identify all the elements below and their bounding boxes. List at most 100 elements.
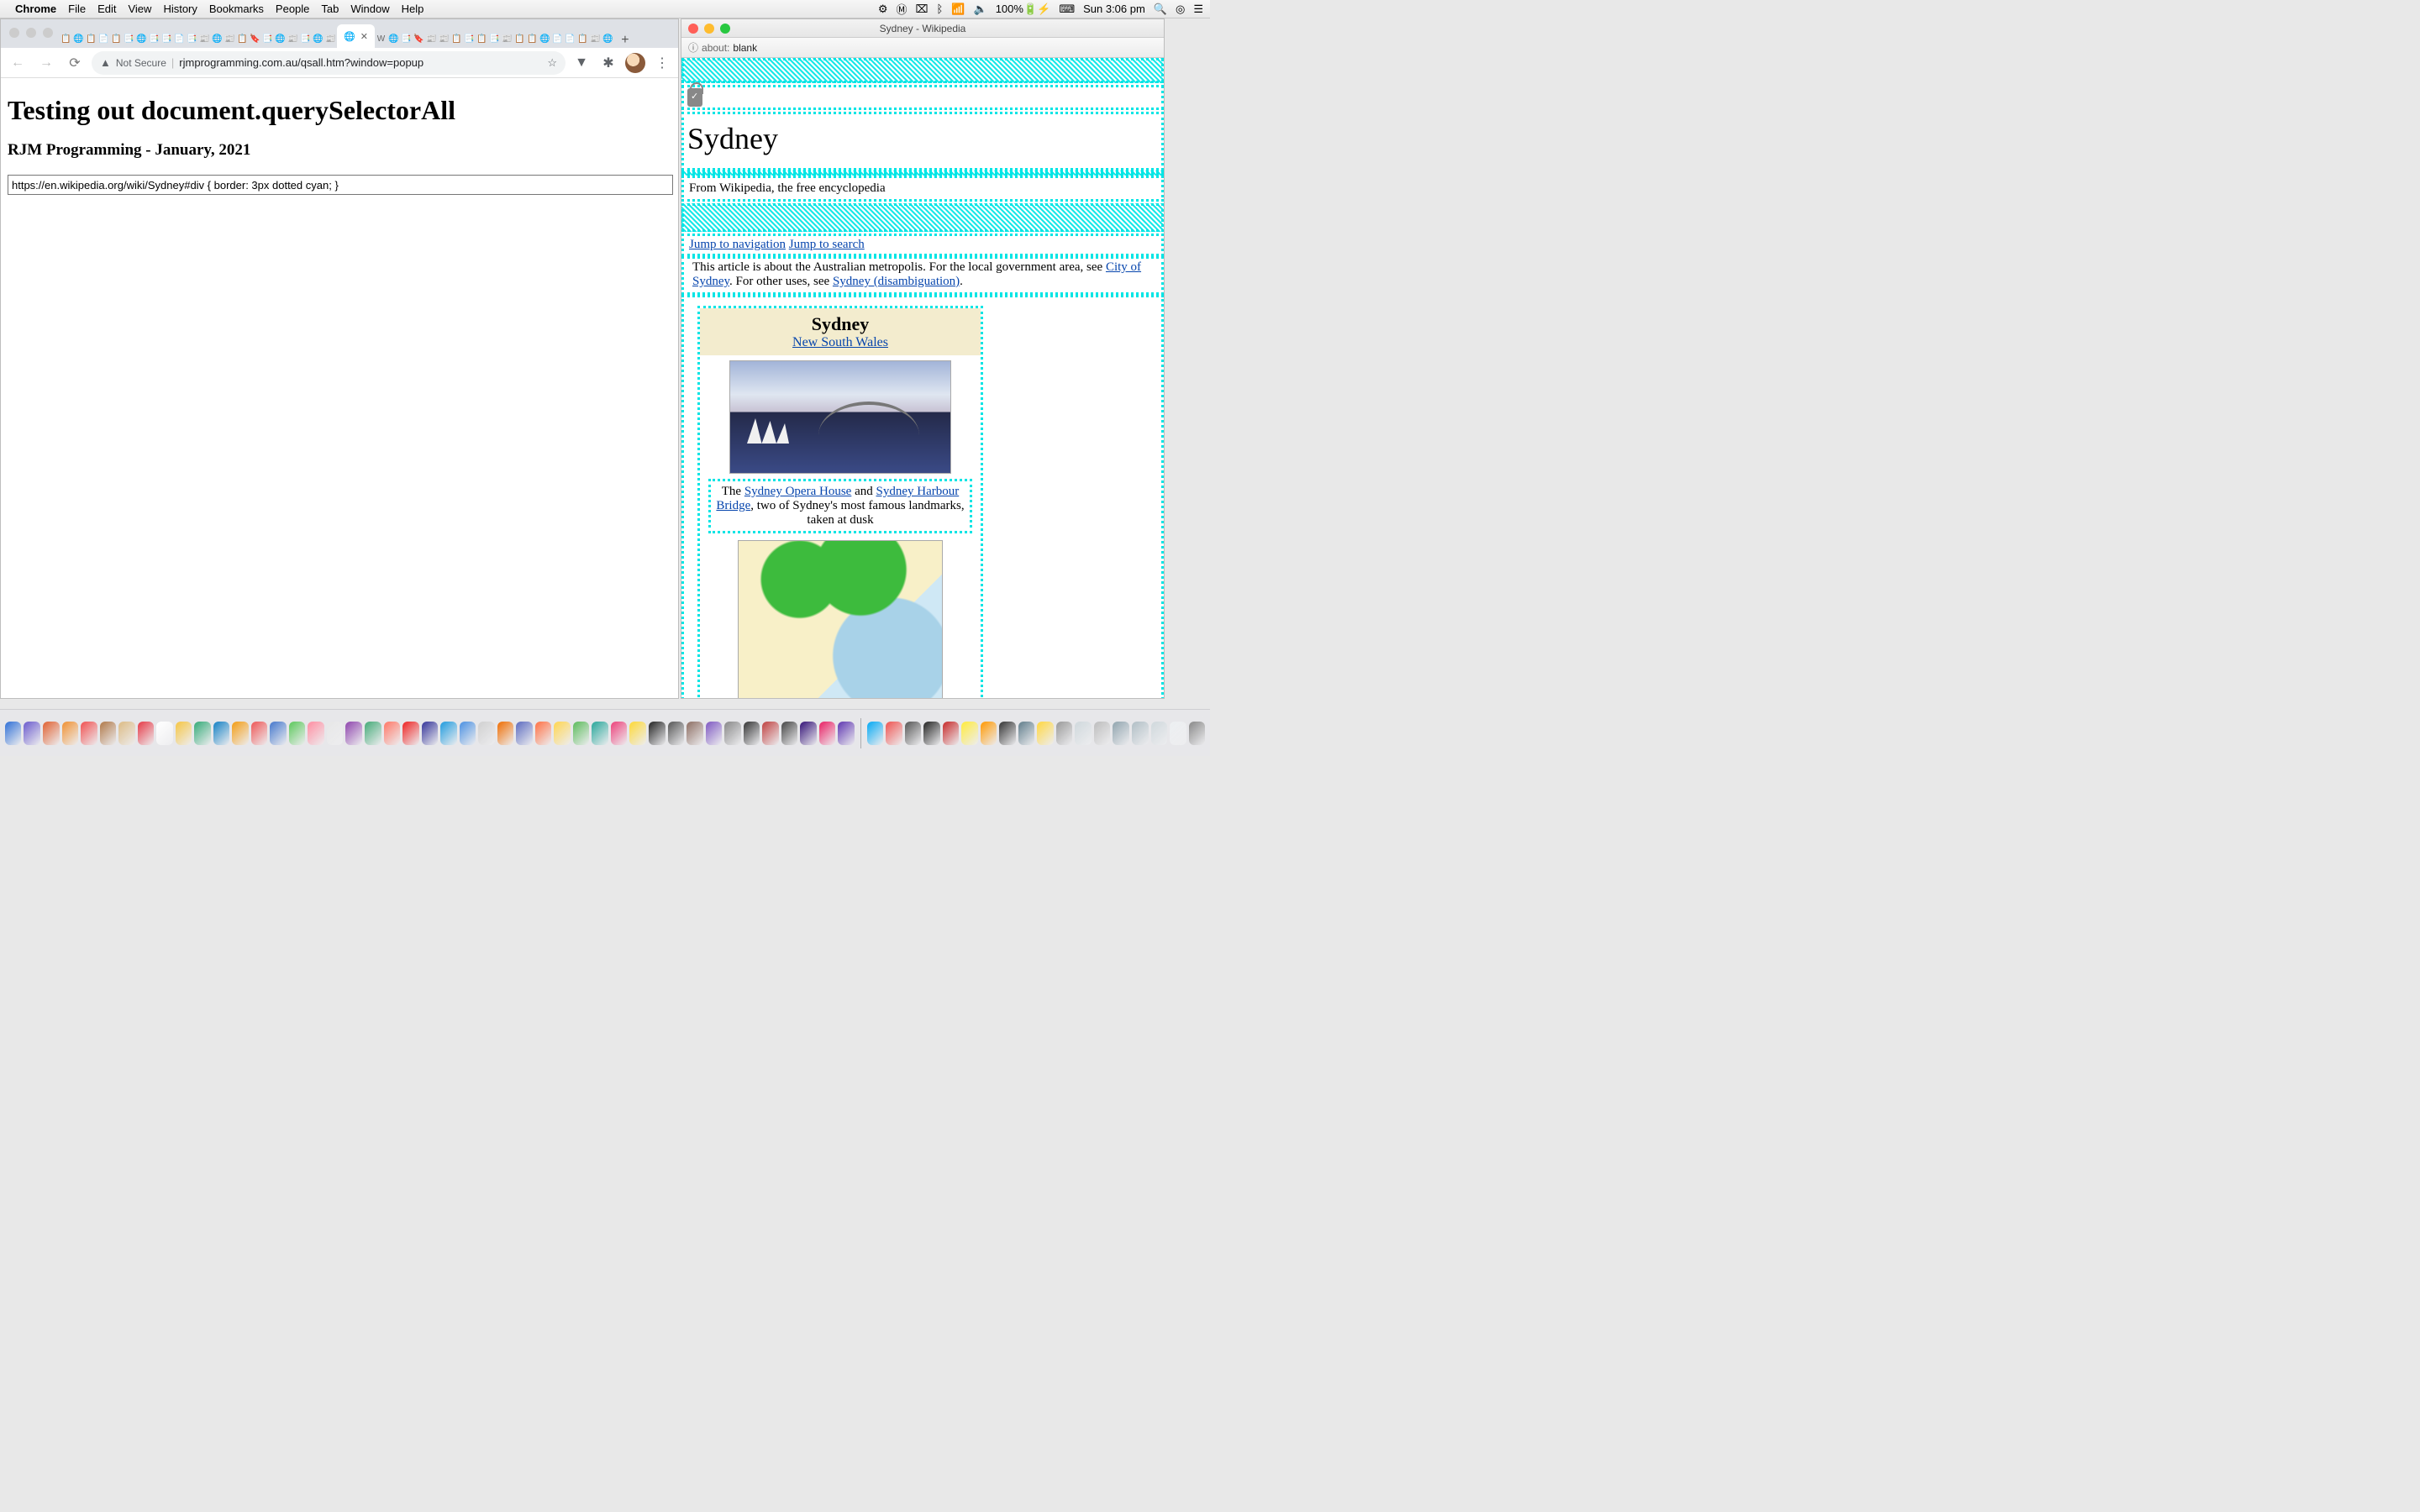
- dock-app-icon[interactable]: [1056, 722, 1073, 745]
- background-tab[interactable]: 📰: [589, 29, 602, 48]
- new-tab-button[interactable]: +: [614, 33, 636, 48]
- dock-app-icon[interactable]: [923, 722, 940, 745]
- menu-tab[interactable]: Tab: [321, 3, 339, 15]
- dock-app-icon[interactable]: [744, 722, 760, 745]
- background-tab[interactable]: 📄: [173, 29, 186, 48]
- zoom-window-icon[interactable]: [43, 28, 53, 38]
- dock-app-icon[interactable]: [886, 722, 902, 745]
- dock-app-icon[interactable]: [118, 722, 135, 745]
- infobox-photo[interactable]: [729, 360, 951, 474]
- dock-app-icon[interactable]: [232, 722, 249, 745]
- close-window-icon[interactable]: [9, 28, 19, 38]
- menu-edit[interactable]: Edit: [97, 3, 116, 15]
- background-tab[interactable]: 📰: [324, 29, 337, 48]
- dock-app-icon[interactable]: [194, 722, 211, 745]
- extensions-icon[interactable]: ✱: [597, 52, 619, 74]
- menu-people[interactable]: People: [276, 3, 309, 15]
- siri-icon[interactable]: ◎: [1176, 3, 1185, 16]
- dock-app-icon[interactable]: [156, 722, 173, 745]
- dock-app-icon[interactable]: [961, 722, 978, 745]
- dock-app-icon[interactable]: [1075, 722, 1092, 745]
- safari-address-bar[interactable]: ⓘ about:blank: [681, 38, 1164, 58]
- background-tab[interactable]: 🌐: [135, 29, 148, 48]
- battery-status[interactable]: 100% 🔋⚡: [996, 3, 1051, 16]
- active-tab[interactable]: 🌐 ✕: [337, 24, 375, 48]
- dock-app-icon[interactable]: [943, 722, 960, 745]
- background-tab[interactable]: 📑: [488, 29, 501, 48]
- dock-app-icon[interactable]: [5, 722, 22, 745]
- address-bar[interactable]: ▲ Not Secure | rjmprogramming.com.au/qsa…: [92, 51, 566, 75]
- status-m-icon[interactable]: Ⓜ: [897, 1, 908, 17]
- dock-app-icon[interactable]: [592, 722, 608, 745]
- dock-app-icon[interactable]: [81, 722, 97, 745]
- dock-app-icon[interactable]: [1094, 722, 1111, 745]
- dock-app-icon[interactable]: [554, 722, 571, 745]
- dock-app-icon[interactable]: [1018, 722, 1035, 745]
- dock-app-icon[interactable]: [43, 722, 60, 745]
- dock-app-icon[interactable]: [1132, 722, 1149, 745]
- notification-center-icon[interactable]: ☰: [1193, 3, 1203, 16]
- dock-app-icon[interactable]: [629, 722, 646, 745]
- dock-app-icon[interactable]: [384, 722, 401, 745]
- menu-help[interactable]: Help: [402, 3, 424, 15]
- background-tab[interactable]: 📑: [186, 29, 198, 48]
- forward-button[interactable]: →: [34, 51, 58, 75]
- dock-app-icon[interactable]: [800, 722, 817, 745]
- dock-app-icon[interactable]: [1151, 722, 1168, 745]
- window-controls[interactable]: [9, 28, 53, 38]
- menu-window[interactable]: Window: [350, 3, 389, 15]
- background-tab[interactable]: 🌐: [387, 29, 400, 48]
- dock-app-icon[interactable]: [724, 722, 741, 745]
- spotlight-icon[interactable]: 🔍: [1154, 3, 1167, 16]
- dock-app-icon[interactable]: [819, 722, 836, 745]
- minimize-window-icon[interactable]: [26, 28, 36, 38]
- background-tab[interactable]: 📋: [85, 29, 97, 48]
- dock-app-icon[interactable]: [460, 722, 476, 745]
- background-tab[interactable]: 📄: [564, 29, 576, 48]
- background-tab[interactable]: 📄: [97, 29, 110, 48]
- dock-app-icon[interactable]: [251, 722, 268, 745]
- dock-app-icon[interactable]: [781, 722, 798, 745]
- extension-brave-icon[interactable]: ▼: [571, 52, 592, 74]
- background-tab[interactable]: 📑: [299, 29, 312, 48]
- zoom-window-icon[interactable]: [720, 24, 730, 34]
- query-selector-input[interactable]: [8, 175, 673, 195]
- dock-app-icon[interactable]: [706, 722, 723, 745]
- background-tab[interactable]: 🌐: [72, 29, 85, 48]
- window-controls[interactable]: [688, 24, 730, 34]
- dock-app-icon[interactable]: [838, 722, 855, 745]
- background-tab[interactable]: 📑: [463, 29, 476, 48]
- dock-app-icon[interactable]: [270, 722, 287, 745]
- dock-app-icon[interactable]: [402, 722, 419, 745]
- background-tab[interactable]: 🌐: [602, 29, 614, 48]
- background-tab[interactable]: 📰: [438, 29, 450, 48]
- menu-bookmarks[interactable]: Bookmarks: [209, 3, 264, 15]
- close-tab-icon[interactable]: ✕: [360, 31, 368, 42]
- background-tab[interactable]: W: [375, 29, 387, 48]
- infobox-map[interactable]: [738, 540, 943, 698]
- minimize-window-icon[interactable]: [704, 24, 714, 34]
- background-tab[interactable]: 📄: [551, 29, 564, 48]
- dock-app-icon[interactable]: [478, 722, 495, 745]
- dock-app-icon[interactable]: [867, 722, 884, 745]
- background-tab[interactable]: 📰: [425, 29, 438, 48]
- background-tab[interactable]: 📋: [450, 29, 463, 48]
- sydney-disambiguation-link[interactable]: Sydney (disambiguation): [833, 275, 960, 288]
- dock-app-icon[interactable]: [573, 722, 590, 745]
- site-info-icon[interactable]: ⓘ: [688, 40, 698, 55]
- dock-app-icon[interactable]: [762, 722, 779, 745]
- dock-app-icon[interactable]: [1189, 722, 1206, 745]
- close-window-icon[interactable]: [688, 24, 698, 34]
- new-south-wales-link[interactable]: New South Wales: [792, 335, 888, 349]
- background-tab[interactable]: 📑: [400, 29, 413, 48]
- background-tab[interactable]: 📋: [476, 29, 488, 48]
- background-tab[interactable]: 📰: [198, 29, 211, 48]
- background-tab[interactable]: 📑: [123, 29, 135, 48]
- dock-app-icon[interactable]: [213, 722, 230, 745]
- dock-app-icon[interactable]: [422, 722, 439, 745]
- dock-app-icon[interactable]: [62, 722, 79, 745]
- dock-app-icon[interactable]: [687, 722, 703, 745]
- airplay-icon[interactable]: ⌧: [916, 3, 929, 16]
- background-tab[interactable]: 📰: [224, 29, 236, 48]
- wifi-icon[interactable]: 📶: [951, 3, 965, 16]
